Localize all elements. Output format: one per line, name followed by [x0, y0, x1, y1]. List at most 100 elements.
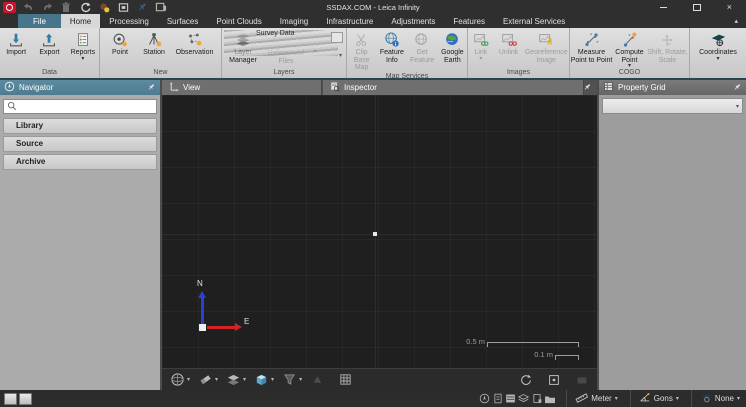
- clip-base-map-button[interactable]: Clip Base Map: [347, 30, 376, 72]
- reports-button[interactable]: Reports ▾: [67, 30, 99, 61]
- navigator-search-input[interactable]: [17, 101, 153, 112]
- minimize-icon[interactable]: [660, 7, 667, 8]
- tab-external-services[interactable]: External Services: [494, 14, 574, 28]
- get-feature-globe-icon: [413, 30, 431, 49]
- point-button[interactable]: Point: [104, 30, 137, 57]
- tab-surfaces[interactable]: Surfaces: [158, 14, 208, 28]
- referenced-files-button[interactable]: Referenced Files: [263, 50, 309, 65]
- tab-view[interactable]: View: [162, 80, 322, 95]
- observation-button[interactable]: Observation: [172, 30, 218, 57]
- property-grid-title: Property Grid: [618, 83, 666, 92]
- shift-rotate-scale-button[interactable]: Shift, Rotate, Scale: [646, 30, 689, 64]
- layers-visibility-caret-icon[interactable]: ▾: [243, 376, 246, 383]
- pan-tool-icon[interactable]: [4, 393, 17, 405]
- filter-caret-icon[interactable]: ▾: [299, 376, 302, 383]
- undo-icon[interactable]: [22, 2, 34, 13]
- select-tool-caret-icon[interactable]: ▾: [215, 376, 218, 383]
- close-icon[interactable]: ×: [727, 2, 732, 12]
- refresh-sync-icon[interactable]: [79, 2, 91, 13]
- ribbon-group-images: Link ▾ Unlink Georeference Image Images: [468, 28, 570, 78]
- filter-icon[interactable]: [280, 371, 298, 389]
- get-feature-button[interactable]: Get Feature: [408, 30, 437, 64]
- crs-globe-icon: [700, 390, 712, 407]
- layers-visibility-icon[interactable]: [224, 371, 242, 389]
- pushpin-icon[interactable]: [136, 2, 148, 13]
- navigator-item-archive[interactable]: Archive: [3, 154, 157, 170]
- layers-mini-caret-icon[interactable]: ▾: [339, 52, 342, 59]
- link-image-icon: [472, 30, 490, 49]
- navigator-item-source[interactable]: Source: [3, 136, 157, 152]
- distance-unit-label: Meter: [591, 394, 611, 403]
- list-view-icon[interactable]: [504, 392, 517, 405]
- snap-disabled-icon: [308, 371, 326, 389]
- layers-stack-icon[interactable]: [517, 392, 530, 405]
- tab-features[interactable]: Features: [444, 14, 494, 28]
- google-earth-icon: [443, 30, 461, 49]
- property-grid-pin-icon[interactable]: [733, 83, 742, 92]
- map-canvas[interactable]: N E 0.5 m 0.1 m: [162, 95, 597, 368]
- zoom-tool-icon[interactable]: [19, 393, 32, 405]
- tab-processing[interactable]: Processing: [100, 14, 158, 28]
- unlink-button[interactable]: Unlink: [495, 30, 523, 57]
- survey-point[interactable]: [373, 232, 377, 236]
- tab-adjustments[interactable]: Adjustments: [382, 14, 444, 28]
- inspector-toggle-document-icon[interactable]: [491, 392, 504, 405]
- layer-manager-button[interactable]: Layer Manager: [224, 30, 262, 64]
- navigator-toggle-compass-icon[interactable]: [478, 392, 491, 405]
- view-orientation-globe-icon[interactable]: [168, 371, 186, 389]
- reports-dropdown-caret-icon[interactable]: ▾: [81, 57, 84, 61]
- zoom-fit-icon[interactable]: [545, 371, 563, 389]
- view-header: View Inspector: [162, 80, 597, 95]
- tab-file[interactable]: File: [18, 14, 61, 28]
- application-window: SSDAX.COM - Leica Infinity × File Home P…: [0, 0, 746, 407]
- leica-app-icon[interactable]: [3, 2, 16, 13]
- referenced-files-caret[interactable]: ▾: [310, 50, 320, 54]
- redo-icon[interactable]: [41, 2, 53, 13]
- tab-imaging[interactable]: Imaging: [271, 14, 317, 28]
- stamp-seal-icon[interactable]: [98, 2, 110, 13]
- navigator-pin-icon[interactable]: [147, 83, 156, 92]
- ribbon-collapse-icon[interactable]: ▴: [734, 14, 738, 28]
- east-axis-arrowhead: [235, 323, 242, 331]
- distance-unit-selector[interactable]: Meter ▾: [566, 390, 619, 407]
- view-mode-caret-icon[interactable]: ▾: [271, 376, 274, 383]
- georeference-image-icon: [537, 30, 555, 49]
- link-button[interactable]: Link ▾: [468, 30, 494, 61]
- archive-box-icon[interactable]: [117, 2, 129, 13]
- layers-mini-combo[interactable]: [331, 32, 343, 43]
- navigator-item-library[interactable]: Library: [3, 118, 157, 134]
- station-button[interactable]: Station: [138, 30, 171, 57]
- georeference-image-button[interactable]: Georeference Image: [523, 30, 569, 64]
- folder-icon[interactable]: [543, 392, 556, 405]
- link-caret-icon: ▾: [479, 57, 482, 61]
- angle-unit-selector[interactable]: Gons ▾: [630, 390, 681, 407]
- grid-toggle-icon[interactable]: [336, 371, 354, 389]
- property-grid-selector[interactable]: ▾: [602, 98, 743, 114]
- ribbon: Import Export Reports ▾ Data: [0, 28, 746, 80]
- delete-trash-icon[interactable]: [60, 2, 72, 13]
- ribbon-group-cogo: Measure Point to Point Compute Point ▾ S…: [570, 28, 690, 78]
- coordinates-button[interactable]: Coordinates ▾: [695, 30, 741, 61]
- view-pin-icon[interactable]: [583, 80, 592, 95]
- workspace: Navigator Library Source Archive View: [0, 80, 746, 390]
- measure-point-to-point-button[interactable]: Measure Point to Point: [570, 30, 613, 64]
- ribbon-group-coordinates: Coordinates ▾: [690, 28, 746, 78]
- view-mode-cube-icon[interactable]: [252, 371, 270, 389]
- feature-info-button[interactable]: Feature Info: [377, 30, 406, 64]
- save-layout-icon[interactable]: [155, 2, 167, 13]
- export-button[interactable]: Export: [33, 30, 65, 57]
- tab-inspector[interactable]: Inspector: [323, 80, 584, 95]
- select-tool-icon[interactable]: [196, 371, 214, 389]
- tab-infrastructure[interactable]: Infrastructure: [317, 14, 382, 28]
- restore-icon[interactable]: [693, 4, 701, 11]
- reset-rotation-icon[interactable]: [517, 371, 535, 389]
- ribbon-group-data: Import Export Reports ▾ Data: [0, 28, 100, 78]
- crs-selector[interactable]: None ▾: [691, 390, 742, 407]
- notes-clipboard-icon[interactable]: [530, 392, 543, 405]
- tab-point-clouds[interactable]: Point Clouds: [207, 14, 270, 28]
- tab-home[interactable]: Home: [61, 14, 100, 28]
- view-orientation-caret-icon[interactable]: ▾: [187, 376, 190, 383]
- compute-point-button[interactable]: Compute Point ▾: [614, 30, 645, 68]
- import-button[interactable]: Import: [0, 30, 32, 57]
- google-earth-button[interactable]: Google Earth: [438, 30, 467, 64]
